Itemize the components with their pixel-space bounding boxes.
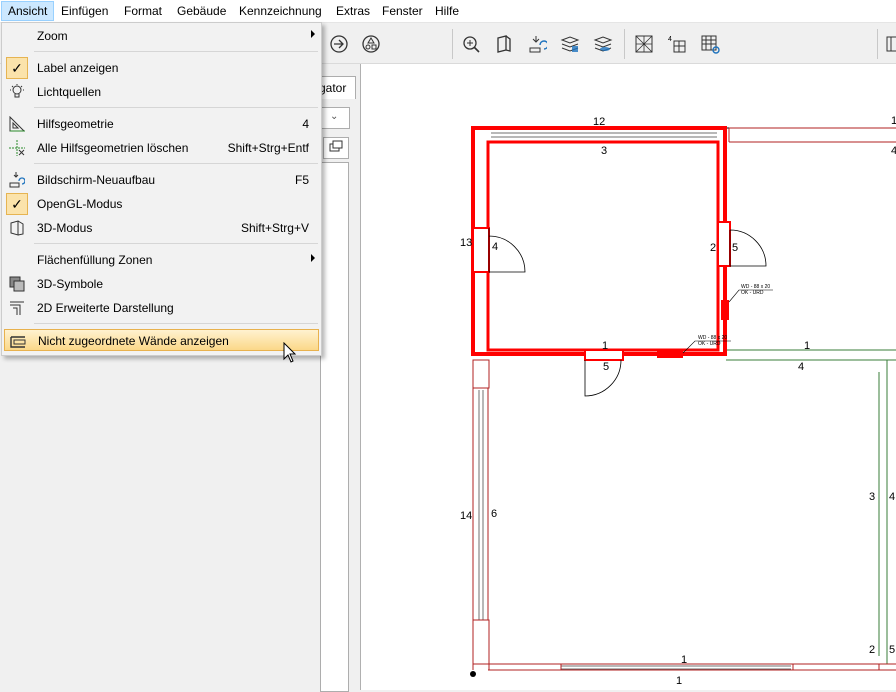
menu-item-zoom[interactable]: Zoom: [4, 25, 319, 47]
window-tag: OK - URD: [698, 341, 721, 347]
navigator-windows-button[interactable]: [323, 137, 349, 159]
dim-label: 5: [603, 361, 609, 373]
menu-item-hilfsgeometrien-loeschen[interactable]: Alle Hilfsgeometrien löschen Shift+Strg+…: [4, 137, 319, 159]
cube-3d-icon: [8, 219, 26, 237]
svg-text:4: 4: [668, 36, 672, 43]
dim-label: 12: [593, 116, 605, 128]
grid-number-icon[interactable]: 4: [665, 32, 689, 56]
menu-item-label: OpenGL-Modus: [37, 197, 123, 211]
lightbulb-icon: [8, 83, 26, 101]
set-square-icon: [8, 115, 26, 133]
windows-icon: [329, 140, 343, 152]
menu-item-shortcut: 4: [302, 117, 309, 131]
refresh-screen-icon: [8, 171, 26, 189]
redraw-icon[interactable]: [525, 32, 549, 56]
submenu-arrow-icon: [311, 254, 315, 262]
dim-label: 4: [492, 241, 498, 253]
mouse-cursor-icon: [283, 342, 297, 363]
dim-label: 3: [601, 145, 607, 157]
menu-item-3d-symbole[interactable]: 3D-Symbole: [4, 273, 319, 295]
menu-item-3d-modus[interactable]: 3D-Modus Shift+Strg+V: [4, 217, 319, 239]
dim-label: 4: [891, 145, 896, 157]
panel-icon[interactable]: [882, 32, 896, 56]
dim-label: 1: [681, 654, 687, 666]
menu-item-2d-erweiterte-darstellung[interactable]: 2D Erweiterte Darstellung: [4, 297, 319, 319]
grid-table-icon[interactable]: [698, 32, 722, 56]
menu-ansicht[interactable]: Ansicht: [1, 1, 55, 21]
dim-label: 14: [460, 510, 472, 522]
menu-item-label: Label anzeigen: [37, 61, 119, 75]
menu-item-label-anzeigen[interactable]: ✓ Label anzeigen: [4, 57, 319, 79]
navigator-list[interactable]: [320, 162, 349, 692]
unassigned-walls-icon: [9, 332, 27, 350]
menu-item-label: Nicht zugeordnete Wände anzeigen: [38, 334, 229, 348]
menu-item-label: Alle Hilfsgeometrien löschen: [37, 141, 189, 155]
shapes-circle-icon[interactable]: [359, 32, 383, 56]
menu-item-label: 2D Erweiterte Darstellung: [37, 301, 174, 315]
layer-fill-icon[interactable]: [591, 32, 615, 56]
checkmark-icon: ✓: [6, 193, 28, 215]
menu-item-lichtquellen[interactable]: Lichtquellen: [4, 81, 319, 103]
menu-einfuegen[interactable]: Einfügen: [55, 2, 114, 20]
menu-item-bildschirm-neuaufbau[interactable]: Bildschirm-Neuaufbau F5: [4, 169, 319, 191]
dim-label: 5: [732, 242, 738, 254]
delete-guides-icon: [8, 139, 26, 157]
menu-item-label: Flächenfüllung Zonen: [37, 253, 153, 267]
navigator-combo[interactable]: ⌄: [320, 107, 350, 129]
dim-label: 4: [798, 361, 804, 373]
ansicht-dropdown-menu: Zoom ✓ Label anzeigen Lichtquellen Hilfs…: [1, 22, 322, 356]
menu-item-shortcut: Shift+Strg+Entf: [227, 141, 309, 155]
wall-3d-icon[interactable]: [492, 32, 516, 56]
menu-item-nicht-zugeordnete-waende[interactable]: Nicht zugeordnete Wände anzeigen: [4, 329, 319, 351]
menu-item-flaechenfuellung-zonen[interactable]: Flächenfüllung Zonen: [4, 249, 319, 271]
zoom-plan-icon[interactable]: [459, 32, 483, 56]
drawing-canvas[interactable]: WD - 88 x 20 OK - URD WD - 88 x 20 OK - …: [360, 64, 896, 690]
dim-label: 1: [891, 115, 896, 127]
dim-label: 4: [889, 491, 895, 503]
menu-extras[interactable]: Extras: [330, 2, 376, 20]
menu-item-label: Hilfsgeometrie: [37, 117, 114, 131]
dim-label: 1: [804, 340, 810, 352]
menu-item-shortcut: Shift+Strg+V: [240, 221, 309, 235]
menu-kennzeichnung[interactable]: Kennzeichnung: [233, 2, 328, 20]
symbols-3d-icon: [8, 275, 26, 293]
navigator-tab-label: gator: [319, 81, 347, 95]
menu-item-label: 3D-Modus: [37, 221, 93, 235]
chevron-down-icon: ⌄: [330, 111, 339, 122]
window-tag: OK - URD: [741, 290, 764, 296]
menu-fenster[interactable]: Fenster: [376, 2, 429, 20]
menu-item-label: 3D-Symbole: [37, 277, 104, 291]
dim-label: 5: [889, 644, 895, 656]
arrow-circle-icon[interactable]: [327, 32, 351, 56]
menu-item-opengl-modus[interactable]: ✓ OpenGL-Modus: [4, 193, 319, 215]
extended-2d-icon: [8, 299, 26, 317]
checkmark-icon: ✓: [6, 57, 28, 79]
dim-label: 13: [460, 237, 472, 249]
menu-item-shortcut: F5: [294, 173, 309, 187]
menu-hilfe[interactable]: Hilfe: [429, 2, 465, 20]
dim-label: 2: [710, 242, 716, 254]
dim-label: 1: [602, 340, 608, 352]
menu-gebaeude[interactable]: Gebäude: [171, 2, 232, 20]
menu-item-hilfsgeometrie[interactable]: Hilfsgeometrie 4: [4, 113, 319, 135]
menu-item-label: Bildschirm-Neuaufbau: [37, 173, 156, 187]
dim-label: 1: [676, 675, 682, 687]
navigator-tab[interactable]: gator: [318, 76, 356, 99]
dim-label: 6: [491, 508, 497, 520]
dim-label: 2: [869, 644, 875, 656]
menu-bar: Ansicht Einfügen Format Gebäude Kennzeic…: [0, 0, 896, 23]
dim-label: 3: [869, 491, 875, 503]
layer-stack-icon[interactable]: [558, 32, 582, 56]
submenu-arrow-icon: [311, 30, 315, 38]
menu-format[interactable]: Format: [118, 2, 168, 20]
menu-item-label: Zoom: [37, 29, 68, 43]
menu-item-label: Lichtquellen: [37, 85, 102, 99]
grid-pattern-icon[interactable]: [632, 32, 656, 56]
floor-plan: WD - 88 x 20 OK - URD WD - 88 x 20 OK - …: [460, 115, 896, 687]
